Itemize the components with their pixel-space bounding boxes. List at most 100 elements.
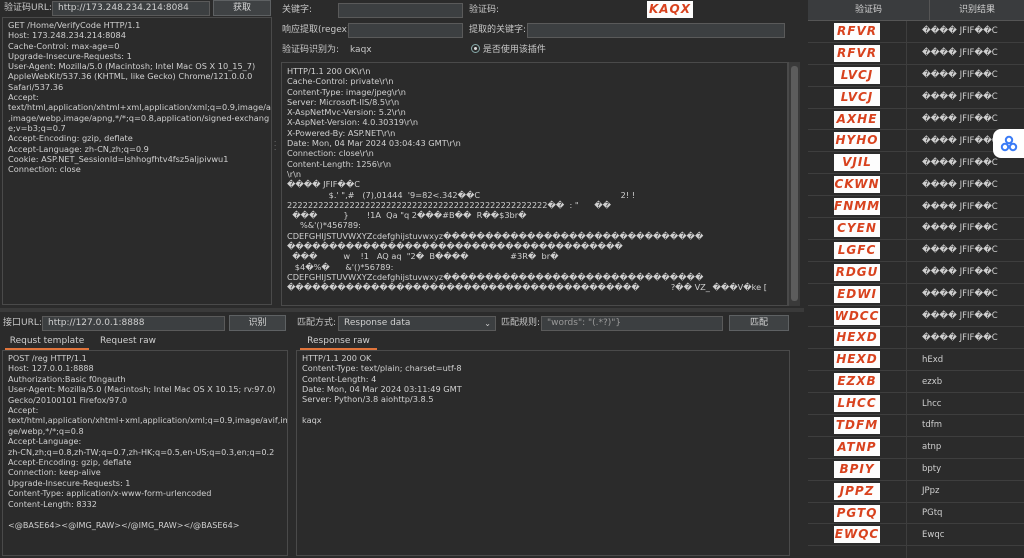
result-cell: ���� JFIF��C (922, 135, 998, 146)
table-row[interactable]: HYHO ���� JFIF��C (808, 130, 1024, 153)
table-row[interactable]: LGFC ���� JFIF��C (808, 240, 1024, 262)
response-line: Date: Mon, 04 Mar 2024 03:04:43 GMT\r\n (287, 138, 461, 149)
col-captcha-header[interactable]: 验证码 (808, 0, 929, 21)
response-line: kaqx (302, 414, 322, 425)
table-row[interactable]: RDGU ���� JFIF��C (808, 262, 1024, 284)
table-row[interactable]: VJIL ���� JFIF��C (808, 152, 1024, 175)
api-response-text: HTTP/1.1 200 OK Content-Type: text/plain;… (297, 351, 789, 427)
results-table-body: RFVR ���� JFIF��C RFVR ���� JFIF��C LVCJ ����… (808, 21, 1024, 547)
request-line: text/html,application/xhtml+xml,applicat… (8, 415, 288, 426)
table-row[interactable]: HEXD ���� JFIF��C (808, 327, 1024, 350)
table-row[interactable]: FNMM ���� JFIF��C (808, 196, 1024, 219)
table-row[interactable]: LVCJ ���� JFIF��C (808, 65, 1024, 87)
extracted-keyword-input[interactable] (527, 23, 785, 38)
match-mode-select[interactable]: Response data ⌄ (338, 316, 496, 331)
table-row[interactable]: TDFM tdfm (808, 415, 1024, 437)
request-line (8, 509, 282, 519)
captcha-image-cell: LGFC (834, 241, 880, 259)
table-row[interactable]: LHCC Lhcc (808, 393, 1024, 416)
api-url-input[interactable]: http://127.0.0.1:8888 (42, 316, 225, 331)
match-rule-label: 匹配规则: (501, 318, 541, 328)
captcha-response-text: HTTP/1.1 200 OK\r\n Cache-Control: privat… (282, 63, 787, 295)
request-line: User-Agent: Mozilla/5.0 (Macintosh; Inte… (8, 61, 256, 72)
table-row[interactable]: EDWI ���� JFIF��C (808, 284, 1024, 306)
response-line (302, 404, 784, 414)
api-request-text: POST /reg HTTP/1.1 Host: 127.0.0.1:8888 Au… (3, 351, 287, 532)
splitter-handle[interactable]: · · · (274, 139, 278, 154)
request-line: Accept-Encoding: gzip, deflate (8, 133, 133, 144)
captcha-image-cell: RFVR (834, 44, 880, 62)
table-row[interactable]: WDCC ���� JFIF��C (808, 306, 1024, 328)
captcha-image-cell: LHCC (834, 395, 880, 413)
request-line: ge/webp,*/*;q=0.8 (8, 425, 84, 436)
response-line: Connection: close\r\n (287, 148, 374, 159)
request-line: AppleWebKit/537.36 (KHTML, like Gecko) C… (8, 71, 253, 82)
request-line: Cache-Control: max-age=0 (8, 40, 120, 51)
fetch-button[interactable]: 获取 (213, 0, 271, 16)
table-row[interactable]: ATNP atnp (808, 437, 1024, 459)
result-cell: ���� JFIF��C (922, 114, 998, 124)
result-cell: Ewqc (922, 529, 945, 540)
table-column-divider (906, 21, 907, 558)
request-line: Connection: close (8, 164, 81, 175)
table-row[interactable]: CYEN ���� JFIF��C (808, 218, 1024, 240)
match-rule-input[interactable]: "words": "(.*?)"} (541, 316, 723, 331)
tab-request-template[interactable]: Requst template (5, 335, 89, 350)
response-line: Content-Length: 4 (302, 373, 377, 384)
request-line: text/html,application/xhtml+xml,applicat… (8, 102, 272, 113)
regex-input[interactable] (348, 23, 463, 38)
table-row[interactable]: RFVR ���� JFIF��C (808, 43, 1024, 65)
match-button[interactable]: 匹配 (729, 315, 789, 331)
request-line: Accept-Language: zh-CN,zh;q=0.9 (8, 143, 149, 154)
api-request-editor[interactable]: POST /reg HTTP/1.1 Host: 127.0.0.1:8888 Au… (2, 350, 288, 556)
keyword-input[interactable] (338, 3, 463, 18)
captcha-image-cell: JPPZ (834, 482, 880, 500)
table-row[interactable]: BPIY bpty (808, 459, 1024, 481)
captcha-url-input[interactable]: http://173.248.234.214:8084 (52, 1, 210, 16)
horizontal-splitter[interactable] (0, 308, 804, 312)
captcha-image-cell: EWQC (834, 526, 880, 544)
response-scrollbar[interactable] (788, 62, 800, 306)
captcha-response-viewer[interactable]: HTTP/1.1 200 OK\r\n Cache-Control: privat… (281, 62, 788, 306)
table-row[interactable]: EZXB ezxb (808, 371, 1024, 394)
result-cell: ���� JFIF��C (922, 70, 998, 81)
result-cell: ���� JFIF��C (922, 245, 998, 256)
use-plugin-radio[interactable]: 是否使用该插件 (471, 43, 546, 57)
table-row[interactable]: JPPZ JPpz (808, 481, 1024, 503)
table-row[interactable]: HEXD hExd (808, 349, 1024, 372)
results-table: 验证码 识别结果 RFVR ���� JFIF��C RFVR ���� JFIF��… (808, 0, 1024, 547)
tab-request-raw[interactable]: Request raw (96, 335, 160, 348)
request-line: POST /reg HTTP/1.1 (8, 353, 87, 363)
floating-translate-button[interactable] (993, 129, 1024, 158)
result-cell: ���� JFIF��C (922, 26, 998, 37)
tab-response-raw[interactable]: Response raw (300, 335, 377, 350)
request-line: e;v=b3;q=0.7 (8, 122, 66, 133)
api-response-viewer[interactable]: HTTP/1.1 200 OK Content-Type: text/plain;… (296, 350, 790, 556)
request-line: Accept: (8, 405, 39, 416)
col-result-header[interactable]: 识别结果 (930, 0, 1024, 21)
captcha-image-cell: ATNP (834, 438, 880, 456)
table-row[interactable]: AXHE ���� JFIF��C (808, 109, 1024, 131)
table-row[interactable]: CKWN ���� JFIF��C (808, 174, 1024, 197)
response-line: ��� w !1 AQ aq "2� B���� #3R� br� (287, 251, 559, 262)
request-line: ,image/webp,image/apng,*/*;q=0.8,applica… (8, 112, 270, 123)
captcha-url-label: 验证码URL: (4, 3, 52, 13)
request-line: Accept-Language: (8, 436, 82, 447)
captcha-request-editor[interactable]: GET /Home/VerifyCode HTTP/1.1 Host: 173.2… (2, 17, 272, 305)
request-line: zh-CN,zh;q=0.8,zh-TW;q=0.7,zh-HK;q=0.5,e… (8, 446, 275, 457)
response-line: X-AspNetMvc-Version: 5.2\r\n (287, 107, 406, 118)
response-line: $4�%� &'()*56789: (287, 261, 394, 272)
table-row[interactable]: LVCJ ���� JFIF��C (808, 87, 1024, 109)
table-row[interactable]: RFVR ���� JFIF��C (808, 21, 1024, 43)
request-line: Accept: (8, 92, 39, 103)
result-cell: Lhcc (922, 398, 942, 409)
extracted-keyword-label: 提取的关键字: (469, 25, 527, 35)
response-line: \r\n (287, 168, 302, 179)
table-row[interactable]: EWQC Ewqc (808, 524, 1024, 547)
table-row[interactable]: PGTQ PGtq (808, 503, 1024, 525)
scrollbar-thumb[interactable] (791, 66, 798, 301)
response-line: HTTP/1.1 200 OK\r\n (287, 66, 371, 76)
captcha-image-cell: RFVR (834, 22, 880, 40)
response-line: %&'()*456789: (287, 220, 361, 231)
recognize-button[interactable]: 识别 (229, 315, 286, 331)
